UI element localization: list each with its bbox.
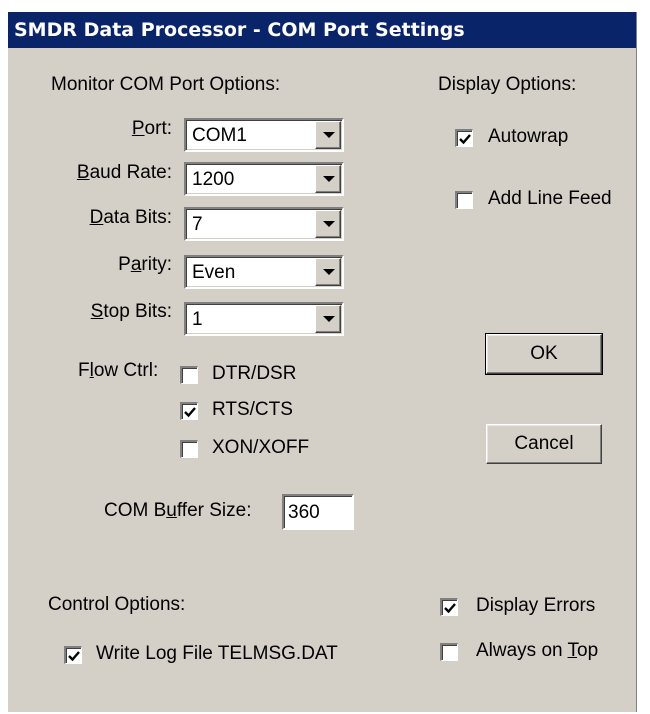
data-bits-label: Data Bits: — [89, 207, 172, 228]
dropdown-arrow-icon[interactable] — [315, 258, 341, 286]
buffer-size-label: COM Buffer Size: — [104, 500, 252, 521]
autowrap-checkbox[interactable] — [455, 129, 473, 147]
buffer-size-value: 360 — [288, 502, 320, 523]
write-log-label: Write Log File TELMSG.DAT — [96, 643, 338, 664]
check-mark-icon — [444, 603, 456, 614]
flow-ctrl-label: Flow Ctrl: — [78, 360, 159, 381]
baud-rate-select[interactable]: 1200 — [184, 162, 344, 196]
check-mark-icon — [68, 651, 80, 662]
port-select[interactable]: COM1 — [184, 118, 344, 152]
cancel-button[interactable]: Cancel — [486, 424, 602, 464]
baud-rate-label: Baud Rate: — [76, 162, 172, 183]
window-title: SMDR Data Processor - COM Port Settings — [14, 19, 465, 41]
write-log-checkbox[interactable] — [64, 646, 82, 664]
buffer-size-input[interactable]: 360 — [282, 494, 354, 530]
display-errors-checkbox[interactable] — [440, 598, 458, 616]
parity-value: Even — [192, 262, 236, 283]
settings-window: SMDR Data Processor - COM Port Settings … — [8, 12, 637, 712]
stop-bits-label: Stop Bits: — [90, 301, 172, 322]
xon-xoff-label: XON/XOFF — [212, 437, 310, 458]
display-options-heading: Display Options: — [438, 74, 577, 95]
port-label: Port: — [131, 118, 172, 139]
rts-cts-label: RTS/CTS — [212, 399, 293, 420]
data-bits-select[interactable]: 7 — [184, 207, 344, 241]
control-options-heading: Control Options: — [48, 594, 186, 615]
autowrap-label: Autowrap — [488, 126, 569, 147]
parity-select[interactable]: Even — [184, 255, 344, 289]
always-on-top-label: Always on Top — [476, 640, 599, 661]
dropdown-arrow-icon[interactable] — [315, 121, 341, 149]
port-value: COM1 — [192, 125, 247, 146]
ok-button[interactable]: OK — [485, 333, 603, 375]
baud-rate-value: 1200 — [192, 169, 235, 190]
title-bar[interactable]: SMDR Data Processor - COM Port Settings — [8, 12, 636, 48]
parity-label: Parity: — [118, 254, 172, 275]
check-mark-icon — [184, 407, 196, 418]
add-line-feed-label: Add Line Feed — [488, 188, 612, 209]
monitor-options-heading: Monitor COM Port Options: — [51, 74, 281, 95]
data-bits-value: 7 — [192, 214, 203, 235]
dropdown-arrow-icon[interactable] — [315, 165, 341, 193]
check-mark-icon — [459, 134, 471, 145]
xon-xoff-checkbox[interactable] — [180, 440, 198, 458]
add-line-feed-checkbox[interactable] — [455, 191, 473, 209]
stop-bits-value: 1 — [192, 309, 203, 330]
always-on-top-checkbox[interactable] — [440, 643, 458, 661]
stop-bits-select[interactable]: 1 — [184, 302, 344, 336]
dtr-dsr-checkbox[interactable] — [180, 366, 198, 384]
dropdown-arrow-icon[interactable] — [315, 305, 341, 333]
display-errors-label: Display Errors — [476, 595, 596, 616]
rts-cts-checkbox[interactable] — [180, 402, 198, 420]
dropdown-arrow-icon[interactable] — [315, 210, 341, 238]
dtr-dsr-label: DTR/DSR — [212, 363, 297, 384]
